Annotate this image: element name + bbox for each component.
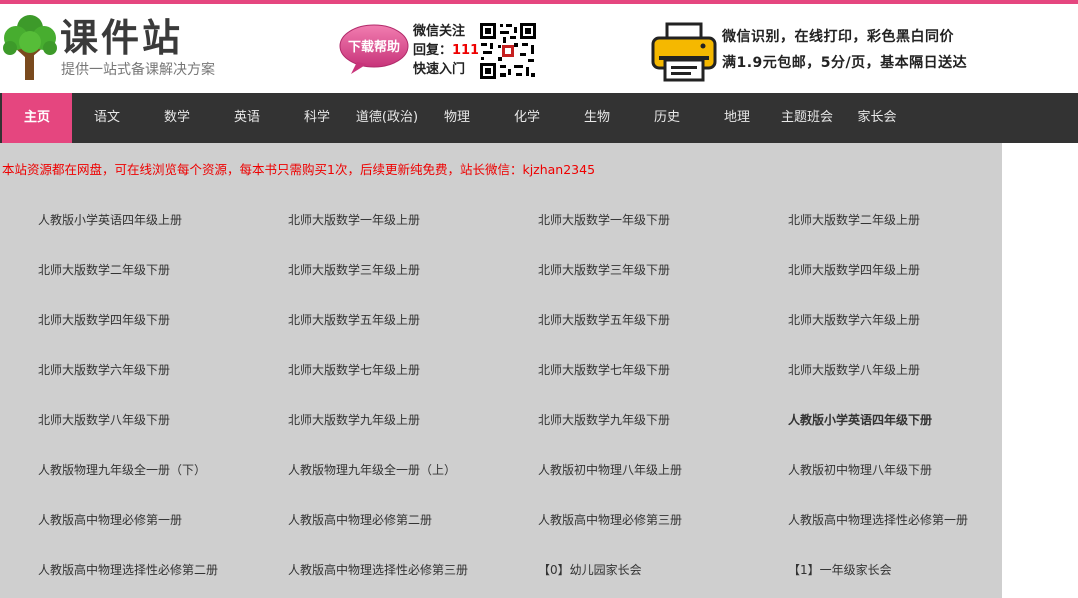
nav-item-english[interactable]: 英语 (212, 93, 282, 143)
site-logo-title[interactable]: 课件站 (60, 16, 183, 60)
book-link[interactable]: 北师大版数学四年级下册 (38, 312, 278, 328)
tree-logo-icon[interactable] (2, 12, 58, 80)
site-header: 课件站 提供一站式备课解决方案 下载帮助 微信关注 回复：111 快速入门 微信… (0, 4, 1078, 93)
book-link[interactable]: 人教版物理九年级全一册（上） (288, 462, 528, 478)
nav-item-chemistry[interactable]: 化学 (492, 93, 562, 143)
wechat-line-3: 快速入门 (413, 62, 466, 77)
qr-code-icon (478, 21, 538, 81)
nav-item-parent-meeting[interactable]: 家长会 (842, 93, 912, 143)
book-link[interactable]: 北师大版数学四年级上册 (788, 262, 1002, 278)
book-link[interactable]: 人教版初中物理八年级下册 (788, 462, 1002, 478)
printer-icon (651, 22, 717, 82)
book-link[interactable]: 人教版高中物理选择性必修第一册 (788, 512, 1002, 528)
site-notice: 本站资源都在网盘，可在线浏览每个资源，每本书只需购买1次，后续更新纯免费，站长微… (2, 162, 596, 177)
nav-item-science[interactable]: 科学 (282, 93, 352, 143)
wechat-follow-text: 微信关注 回复：111 快速入门 (413, 22, 479, 79)
main-content: 本站资源都在网盘，可在线浏览每个资源，每本书只需购买1次，后续更新纯免费，站长微… (0, 143, 1002, 598)
book-link[interactable]: 人教版高中物理必修第三册 (538, 512, 778, 528)
nav-item-class-meeting[interactable]: 主题班会 (772, 93, 842, 143)
nav-item-biology[interactable]: 生物 (562, 93, 632, 143)
book-link[interactable]: 北师大版数学七年级下册 (538, 362, 778, 378)
nav-item-chinese[interactable]: 语文 (72, 93, 142, 143)
print-line-1: 微信识别，在线打印，彩色黑白同价 (722, 29, 954, 45)
site-logo-subtitle: 提供一站式备课解决方案 (61, 62, 215, 78)
book-link[interactable]: 北师大版数学一年级上册 (288, 212, 528, 228)
book-link[interactable]: 北师大版数学三年级上册 (288, 262, 528, 278)
book-link[interactable]: 【1】一年级家长会 (788, 562, 1002, 578)
book-link[interactable]: 北师大版数学三年级下册 (538, 262, 778, 278)
book-link[interactable]: 北师大版数学二年级上册 (788, 212, 1002, 228)
print-line-2: 满1.9元包邮，5分/页，基本隔日送达 (722, 55, 968, 71)
book-link[interactable]: 北师大版数学九年级上册 (288, 412, 528, 428)
nav-item-home[interactable]: 主页 (2, 93, 72, 143)
book-link[interactable]: 人教版小学英语四年级下册 (788, 412, 1002, 428)
book-link[interactable]: 人教版物理九年级全一册（下） (38, 462, 278, 478)
book-link[interactable]: 【0】幼儿园家长会 (538, 562, 778, 578)
book-link[interactable]: 北师大版数学九年级下册 (538, 412, 778, 428)
main-nav: 主页 语文 数学 英语 科学 道德(政治) 物理 化学 生物 历史 地理 主题班… (0, 93, 1078, 143)
nav-item-geography[interactable]: 地理 (702, 93, 772, 143)
book-link[interactable]: 北师大版数学六年级上册 (788, 312, 1002, 328)
book-link[interactable]: 北师大版数学七年级上册 (288, 362, 528, 378)
nav-item-physics[interactable]: 物理 (422, 93, 492, 143)
download-help-label[interactable]: 下载帮助 (343, 40, 405, 56)
book-link[interactable]: 人教版小学英语四年级上册 (38, 212, 278, 228)
book-link[interactable]: 北师大版数学五年级下册 (538, 312, 778, 328)
book-link[interactable]: 人教版高中物理选择性必修第三册 (288, 562, 528, 578)
book-link[interactable]: 北师大版数学六年级下册 (38, 362, 278, 378)
book-link[interactable]: 北师大版数学二年级下册 (38, 262, 278, 278)
book-link[interactable]: 北师大版数学八年级下册 (38, 412, 278, 428)
book-link[interactable]: 人教版高中物理必修第二册 (288, 512, 528, 528)
book-link[interactable]: 人教版高中物理选择性必修第二册 (38, 562, 278, 578)
wechat-reply-code: 111 (452, 43, 480, 58)
print-service-text: 微信识别，在线打印，彩色黑白同价 满1.9元包邮，5分/页，基本隔日送达 (722, 24, 967, 76)
book-link[interactable]: 北师大版数学八年级上册 (788, 362, 1002, 378)
wechat-line-2: 回复：111 (413, 41, 479, 60)
nav-item-math[interactable]: 数学 (142, 93, 212, 143)
book-link[interactable]: 人教版高中物理必修第一册 (38, 512, 278, 528)
book-link[interactable]: 北师大版数学五年级上册 (288, 312, 528, 328)
wechat-line-1: 微信关注 (413, 24, 466, 39)
wechat-reply-label: 回复： (413, 43, 453, 58)
nav-item-history[interactable]: 历史 (632, 93, 702, 143)
book-link[interactable]: 北师大版数学一年级下册 (538, 212, 778, 228)
book-link[interactable]: 人教版初中物理八年级上册 (538, 462, 778, 478)
nav-item-morality[interactable]: 道德(政治) (352, 93, 422, 143)
